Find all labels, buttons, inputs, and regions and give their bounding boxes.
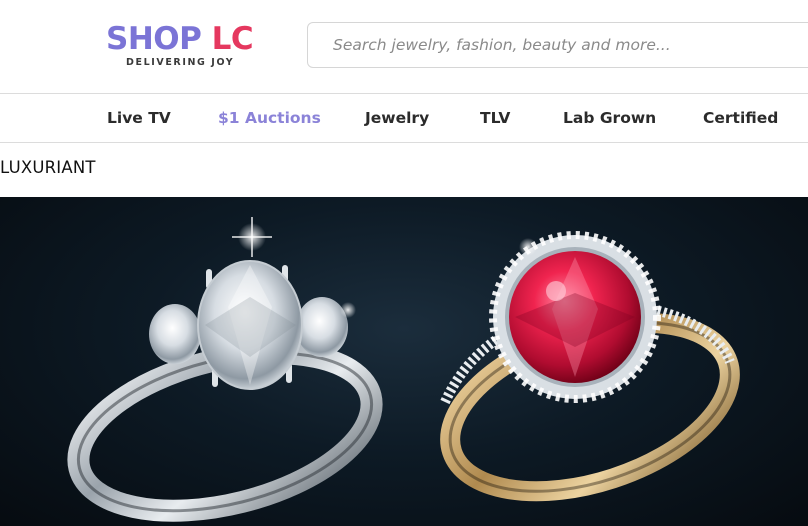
search-box[interactable] (307, 22, 808, 68)
logo-wordmark: SHOP LC (106, 21, 254, 57)
nav-item-live-tv[interactable]: Live TV (107, 94, 171, 142)
logo-shop-text: SHOP (106, 21, 202, 57)
nav-item-tlv[interactable]: TLV (480, 94, 510, 142)
ruby-halo-ring (440, 231, 740, 502)
logo-lc-text: LC (211, 21, 254, 57)
nav-item-certified[interactable]: Certified (703, 94, 778, 142)
nav-item-auctions[interactable]: $1 Auctions (218, 94, 321, 142)
main-nav: Live TV $1 Auctions Jewelry TLV Lab Grow… (0, 93, 808, 143)
site-header: SHOP LC DELIVERING JOY (0, 0, 808, 94)
shoplc-logo[interactable]: SHOP LC DELIVERING JOY (106, 21, 254, 70)
section-title: LUXURIANT (0, 158, 96, 177)
diamond-ring (67, 217, 383, 522)
nav-item-lab-grown[interactable]: Lab Grown (563, 94, 656, 142)
hero-banner[interactable] (0, 197, 808, 526)
search-input[interactable] (308, 23, 808, 67)
logo-tagline: DELIVERING JOY (126, 57, 235, 68)
nav-item-jewelry[interactable]: Jewelry (365, 94, 429, 142)
rings-image (67, 217, 740, 522)
